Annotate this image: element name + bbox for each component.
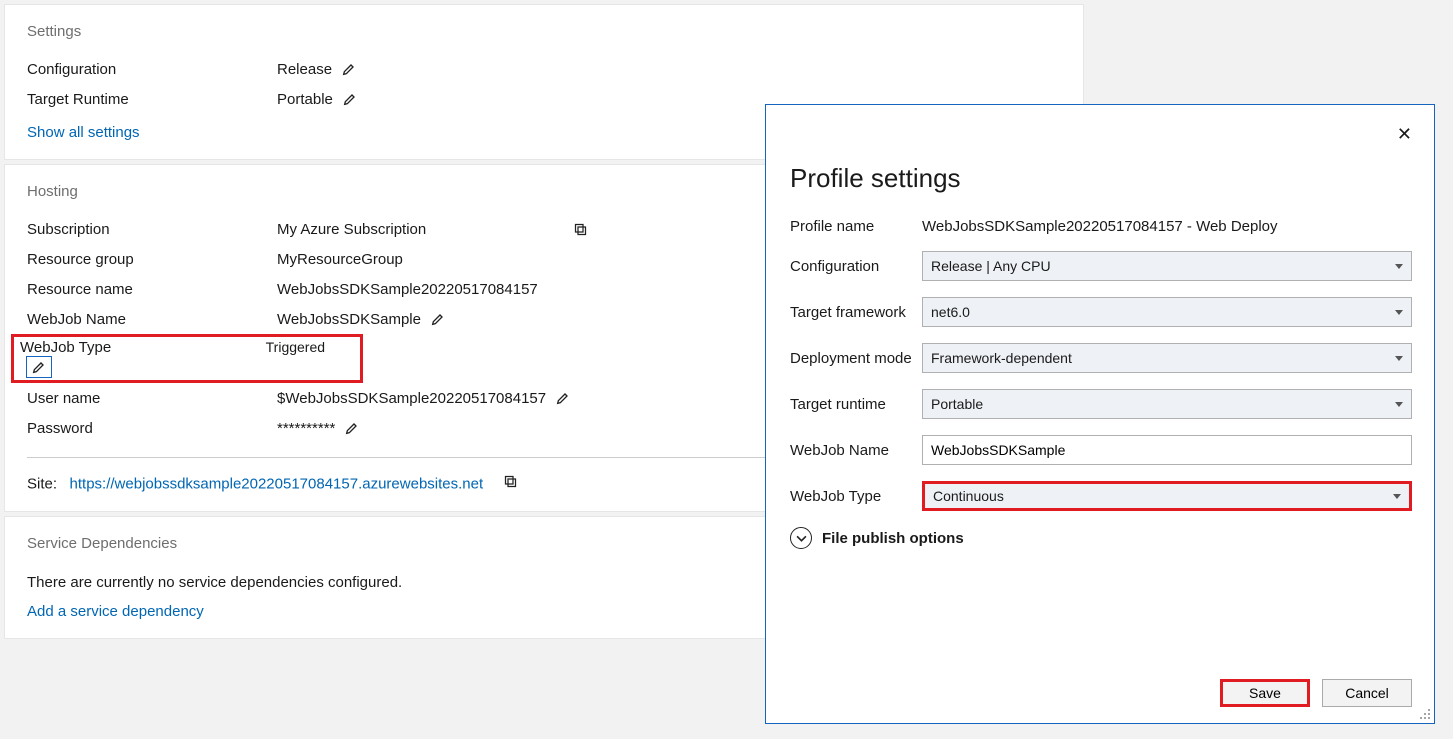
edit-webjob-type-icon[interactable] <box>30 358 48 376</box>
chevron-down-icon <box>1395 402 1403 407</box>
chevron-down-icon <box>1395 310 1403 315</box>
settings-title: Settings <box>27 23 1061 40</box>
password-value: ********** <box>277 420 335 437</box>
dlg-wj-name-row: WebJob Name <box>790 435 1412 465</box>
edit-webjob-name-icon[interactable] <box>429 310 447 328</box>
dlg-config-label: Configuration <box>790 258 922 275</box>
config-select-value: Release | Any CPU <box>931 258 1051 274</box>
resource-group-value: MyResourceGroup <box>277 251 403 268</box>
edit-config-icon[interactable] <box>340 60 358 78</box>
profile-name-value: WebJobsSDKSample20220517084157 - Web Dep… <box>922 218 1278 235</box>
target-rt-row: Target runtime Portable <box>790 389 1412 419</box>
chevron-down-icon <box>1395 264 1403 269</box>
deploy-mode-select[interactable]: Framework-dependent <box>922 343 1412 373</box>
config-value: Release <box>277 61 332 78</box>
file-publish-options-label: File publish options <box>822 530 964 547</box>
resource-name-value: WebJobsSDKSample20220517084157 <box>277 281 538 298</box>
target-rt-select[interactable]: Portable <box>922 389 1412 419</box>
webjob-type-select[interactable]: Continuous <box>922 481 1412 511</box>
edit-webjob-type-highlight <box>26 356 52 378</box>
user-name-value: $WebJobsSDKSample20220517084157 <box>277 390 546 407</box>
edit-runtime-icon[interactable] <box>341 90 359 108</box>
profile-name-row: Profile name WebJobsSDKSample20220517084… <box>790 218 1412 235</box>
target-rt-value: Portable <box>931 396 983 412</box>
user-name-label: User name <box>27 390 277 407</box>
webjob-type-label: WebJob Type <box>20 339 262 356</box>
profile-settings-dialog: ✕ Profile settings Profile name WebJobsS… <box>765 104 1435 724</box>
dialog-buttons: Save Cancel <box>1220 679 1412 707</box>
runtime-value: Portable <box>277 91 333 108</box>
webjob-type-highlight: WebJob Type Triggered <box>11 334 363 383</box>
webjob-type-value: Triggered <box>266 339 325 355</box>
config-row: Configuration Release <box>27 54 1061 84</box>
config-select[interactable]: Release | Any CPU <box>922 251 1412 281</box>
config-label: Configuration <box>27 61 277 78</box>
dialog-title: Profile settings <box>790 163 1412 194</box>
target-fw-row: Target framework net6.0 <box>790 297 1412 327</box>
deploy-mode-label: Deployment mode <box>790 350 922 367</box>
subscription-value: My Azure Subscription <box>277 221 557 238</box>
target-fw-select[interactable]: net6.0 <box>922 297 1412 327</box>
profile-name-label: Profile name <box>790 218 922 235</box>
add-dependency-link[interactable]: Add a service dependency <box>27 603 204 620</box>
copy-site-icon[interactable] <box>501 472 519 490</box>
chevron-down-icon <box>1395 356 1403 361</box>
runtime-label: Target Runtime <box>27 91 277 108</box>
dlg-wj-type-label: WebJob Type <box>790 488 922 505</box>
webjob-name-label: WebJob Name <box>27 311 277 328</box>
edit-user-name-icon[interactable] <box>554 389 572 407</box>
close-icon[interactable]: ✕ <box>1397 125 1412 143</box>
copy-subscription-icon[interactable] <box>571 220 589 238</box>
dlg-config-row: Configuration Release | Any CPU <box>790 251 1412 281</box>
cancel-button[interactable]: Cancel <box>1322 679 1412 707</box>
file-publish-options-toggle[interactable]: File publish options <box>790 527 1412 549</box>
edit-password-icon[interactable] <box>343 419 361 437</box>
site-url-link[interactable]: https://webjobssdksample20220517084157.a… <box>70 476 484 493</box>
resize-grip-icon[interactable] <box>1419 708 1431 720</box>
resource-group-label: Resource group <box>27 251 277 268</box>
dlg-wj-name-label: WebJob Name <box>790 442 922 459</box>
webjob-type-select-value: Continuous <box>933 488 1004 504</box>
save-button[interactable]: Save <box>1220 679 1310 707</box>
target-fw-label: Target framework <box>790 304 922 321</box>
password-label: Password <box>27 420 277 437</box>
deploy-mode-value: Framework-dependent <box>931 350 1072 366</box>
webjob-name-input[interactable] <box>922 435 1412 465</box>
site-label: Site: <box>27 476 57 493</box>
expand-chevron-icon <box>790 527 812 549</box>
webjob-name-value: WebJobsSDKSample <box>277 311 421 328</box>
target-fw-value: net6.0 <box>931 304 970 320</box>
show-all-settings-link[interactable]: Show all settings <box>27 124 140 141</box>
resource-name-label: Resource name <box>27 281 277 298</box>
target-rt-label: Target runtime <box>790 396 922 413</box>
chevron-down-icon <box>1393 494 1401 499</box>
dlg-wj-type-row: WebJob Type Continuous <box>790 481 1412 511</box>
subscription-label: Subscription <box>27 221 277 238</box>
deploy-mode-row: Deployment mode Framework-dependent <box>790 343 1412 373</box>
